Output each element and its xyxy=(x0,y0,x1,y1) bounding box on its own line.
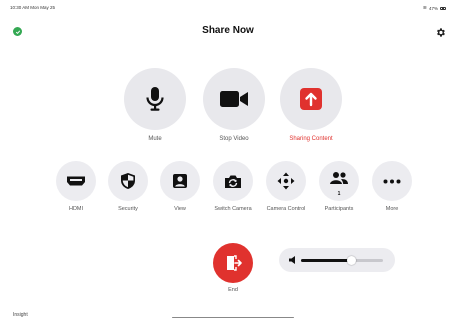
view-label: View xyxy=(174,206,186,212)
status-indicators: ≋ 47% xyxy=(423,5,446,11)
status-bar: 10:30 AM Mon May 25 ≋ 47% xyxy=(0,0,456,14)
speaker-icon xyxy=(289,256,295,264)
view-person-icon xyxy=(173,174,187,188)
volume-knob[interactable] xyxy=(347,255,357,265)
home-indicator[interactable] xyxy=(172,316,294,318)
volume-track[interactable] xyxy=(301,255,383,265)
security-label: Security xyxy=(118,206,138,212)
move-arrows-icon xyxy=(277,172,295,190)
footer-label: Insight xyxy=(13,312,28,318)
hdmi-button[interactable]: HDMI xyxy=(56,161,96,213)
volume-fill xyxy=(301,259,352,262)
more-dots-icon xyxy=(383,179,401,183)
mute-circle[interactable] xyxy=(124,68,186,130)
page-title: Share Now xyxy=(202,25,254,36)
security-button[interactable]: Security xyxy=(108,161,148,213)
switch-camera-button[interactable]: Switch Camera xyxy=(213,161,253,213)
stop-video-circle[interactable] xyxy=(203,68,265,130)
security-circle[interactable] xyxy=(108,161,148,201)
view-button[interactable]: View xyxy=(160,161,200,213)
stop-video-button[interactable]: Stop Video xyxy=(203,68,265,142)
shield-icon xyxy=(121,173,135,189)
wifi-icon: ≋ xyxy=(422,5,427,11)
battery-percent: 47% xyxy=(428,5,438,11)
hdmi-icon xyxy=(67,176,85,186)
participants-count: 1 xyxy=(337,191,341,197)
sharing-content-button[interactable]: Sharing Content xyxy=(280,68,342,142)
hdmi-label: HDMI xyxy=(68,206,84,212)
end-button[interactable]: End xyxy=(213,243,253,293)
hdmi-circle[interactable] xyxy=(56,161,96,201)
sharing-content-circle[interactable] xyxy=(280,68,342,130)
mute-button[interactable]: Mute xyxy=(124,68,186,142)
end-circle[interactable] xyxy=(213,243,253,283)
switch-camera-circle[interactable] xyxy=(213,161,253,201)
view-circle[interactable] xyxy=(160,161,200,201)
mute-label: Mute xyxy=(148,136,162,142)
camera-control-circle[interactable] xyxy=(266,161,306,201)
participants-button[interactable]: 1 Participants xyxy=(319,161,359,213)
participants-icon xyxy=(330,171,348,184)
camera-control-button[interactable]: Camera Control xyxy=(266,161,306,213)
status-time: 10:30 AM Mon May 25 xyxy=(10,5,56,10)
sharing-content-label: Sharing Content xyxy=(289,136,333,142)
video-camera-icon xyxy=(220,91,248,107)
more-button[interactable]: More xyxy=(372,161,412,213)
participants-label: Participants xyxy=(324,206,354,212)
camera-control-label: Camera Control xyxy=(266,206,306,212)
battery-icon xyxy=(440,6,446,10)
gear-icon[interactable] xyxy=(435,25,446,37)
exit-door-icon xyxy=(227,255,242,271)
switch-camera-icon xyxy=(225,175,241,188)
participants-circle[interactable]: 1 xyxy=(319,161,359,201)
volume-slider[interactable] xyxy=(279,248,395,272)
microphone-icon xyxy=(146,87,164,111)
share-up-arrow-icon xyxy=(300,88,322,110)
secondary-controls: HDMI Security View Switch Camera Camera … xyxy=(0,161,456,221)
switch-camera-label: Switch Camera xyxy=(214,206,252,212)
more-circle[interactable] xyxy=(372,161,412,201)
more-label: More xyxy=(385,206,399,212)
end-label: End xyxy=(228,287,238,293)
stop-video-label: Stop Video xyxy=(219,136,249,142)
primary-controls: Mute Stop Video Sharing Content xyxy=(124,68,344,148)
